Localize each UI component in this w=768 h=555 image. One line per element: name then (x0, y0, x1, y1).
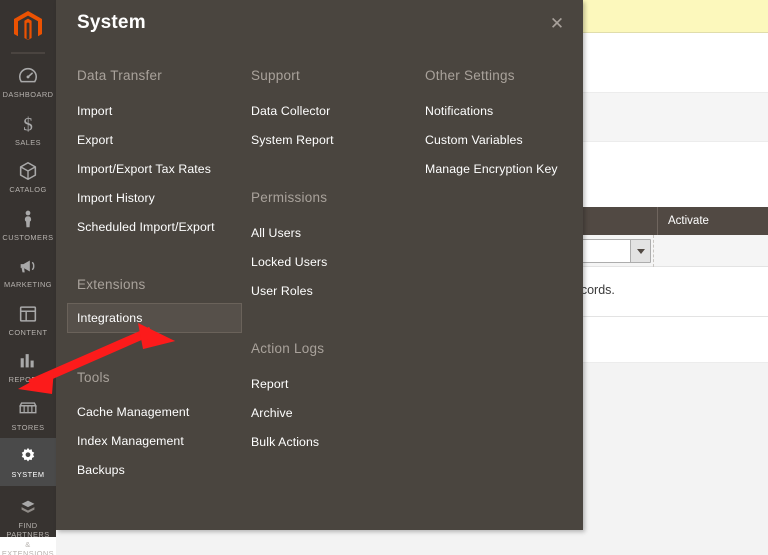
menu-group-heading: Extensions (77, 277, 146, 292)
grid-filter-select[interactable] (576, 239, 651, 263)
menu-item-scheduled-import-export[interactable]: Scheduled Import/Export (77, 220, 215, 234)
menu-item-export[interactable]: Export (77, 133, 113, 147)
catalog-icon (0, 160, 56, 182)
marketing-icon (0, 255, 56, 277)
menu-item-bulk-actions[interactable]: Bulk Actions (251, 435, 319, 449)
sidebar-divider (11, 52, 45, 54)
menu-group-heading: Other Settings (425, 68, 515, 83)
menu-item-index-management[interactable]: Index Management (77, 434, 184, 448)
stores-icon (0, 398, 56, 420)
magento-logo[interactable] (0, 0, 56, 52)
sales-icon: $ (0, 113, 56, 135)
menu-item-manage-encryption-key[interactable]: Manage Encryption Key (425, 162, 558, 176)
sidebar-item-catalog[interactable]: Catalog (0, 153, 56, 201)
content-icon (0, 303, 56, 325)
sidebar-item-customers[interactable]: Customers (0, 201, 56, 249)
menu-item-all-users[interactable]: All Users (251, 226, 301, 240)
menu-item-backups[interactable]: Backups (77, 463, 125, 477)
menu-item-user-roles[interactable]: User Roles (251, 284, 313, 298)
sidebar-item-marketing[interactable]: Marketing (0, 248, 56, 296)
menu-item-archive[interactable]: Archive (251, 406, 293, 420)
reports-icon (0, 350, 56, 372)
sidebar-item-label: Content (8, 327, 48, 337)
menu-item-import[interactable]: Import (77, 104, 112, 118)
page-title: System (77, 12, 146, 33)
menu-group-heading: Permissions (251, 190, 328, 205)
gear-icon (0, 445, 56, 467)
svg-text:$: $ (23, 114, 33, 135)
column-resize-handle[interactable] (653, 235, 654, 267)
customers-icon (0, 208, 56, 230)
sidebar-item-sales[interactable]: $ Sales (0, 106, 56, 154)
sidebar-item-stores[interactable]: Stores (0, 391, 56, 439)
admin-sidebar: Dashboard $ Sales Catalog Customers Mark… (0, 0, 56, 555)
menu-item-import-export-tax-rates[interactable]: Import/Export Tax Rates (77, 162, 211, 176)
sidebar-item-find-partners[interactable]: Find Partners & Extensions (0, 486, 56, 555)
menu-item-import-history[interactable]: Import History (77, 191, 155, 205)
sidebar-item-label: Stores (11, 422, 45, 432)
sidebar-item-content[interactable]: Content (0, 296, 56, 344)
menu-item-custom-variables[interactable]: Custom Variables (425, 133, 523, 147)
menu-group-heading: Action Logs (251, 341, 325, 356)
menu-item-locked-users[interactable]: Locked Users (251, 255, 327, 269)
sidebar-item-label: Customers (2, 232, 54, 242)
sidebar-item-reports[interactable]: Reports (0, 343, 56, 391)
sidebar-item-label: Sales (14, 137, 42, 147)
menu-group-heading: Support (251, 68, 301, 83)
sidebar-item-label: Reports (8, 375, 48, 384)
sidebar-item-label: Dashboard (2, 90, 54, 99)
grid-column-header-activate[interactable]: Activate (657, 207, 768, 235)
sidebar-item-label: Find Partners & Extensions (1, 520, 55, 555)
sidebar-item-system[interactable]: System (0, 438, 56, 486)
menu-item-report[interactable]: Report (251, 377, 289, 391)
menu-item-notifications[interactable]: Notifications (425, 104, 493, 118)
menu-item-system-report[interactable]: System Report (251, 133, 334, 147)
menu-item-cache-management[interactable]: Cache Management (77, 405, 189, 419)
extensions-icon (0, 496, 56, 518)
close-icon[interactable]: ✕ (545, 11, 569, 35)
sidebar-item-dashboard[interactable]: Dashboard (0, 58, 56, 106)
system-menu-panel: System ✕ Data Transfer Import Export Imp… (56, 0, 583, 530)
dashboard-icon (0, 65, 56, 87)
sidebar-item-label: Marketing (4, 280, 52, 289)
menu-item-integrations[interactable]: Integrations (67, 303, 242, 333)
menu-item-data-collector[interactable]: Data Collector (251, 104, 330, 118)
screen: Activate y records. Dashboard (0, 0, 768, 555)
menu-group-heading: Data Transfer (77, 68, 163, 83)
sidebar-item-label: System (11, 470, 45, 479)
chevron-down-icon[interactable] (630, 240, 650, 262)
sidebar-item-label: Catalog (9, 185, 47, 194)
menu-group-heading: Tools (77, 370, 110, 385)
